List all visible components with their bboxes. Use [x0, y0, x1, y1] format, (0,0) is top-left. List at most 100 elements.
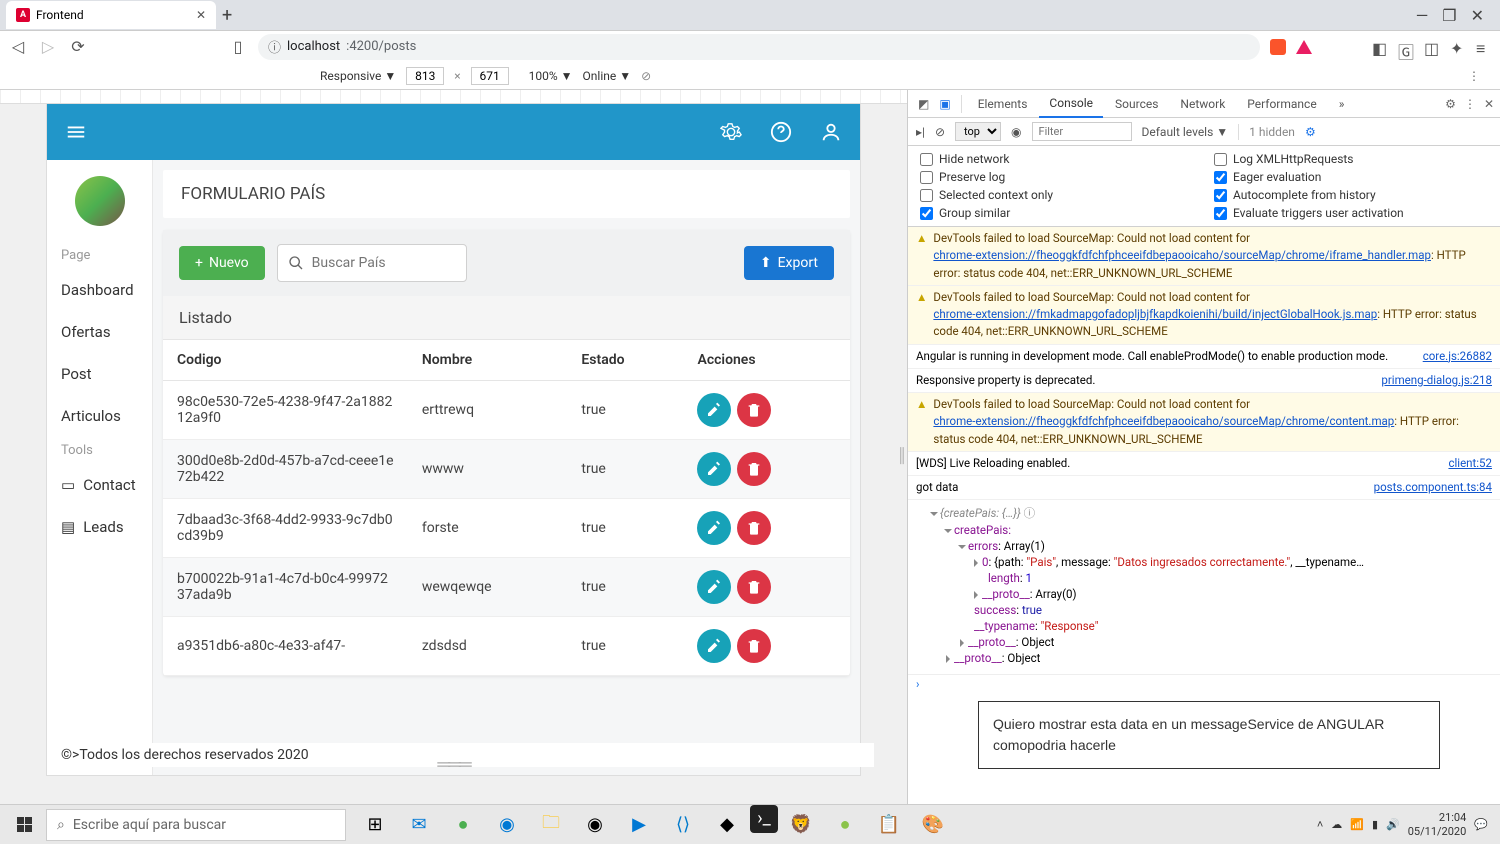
extension-icon-1[interactable]: ◧ — [1372, 39, 1388, 55]
taskbar-search[interactable]: ⌕Escribe aquí para buscar — [46, 809, 346, 841]
sidebar-item-articulos[interactable]: Articulos — [47, 395, 152, 437]
opt-log-xhr[interactable]: Log XMLHttpRequests — [1214, 152, 1488, 166]
reload-button[interactable]: ⟳ — [68, 37, 88, 56]
site-info-icon[interactable]: ⓘ — [268, 37, 281, 56]
edge-icon[interactable]: ◉ — [486, 805, 528, 845]
mail-icon[interactable]: ✉ — [398, 805, 440, 845]
zoom-dropdown[interactable]: 100% ▼ — [529, 69, 573, 83]
inspect-icon[interactable]: ◩ — [914, 97, 933, 111]
viewport-width-input[interactable] — [406, 67, 444, 85]
tray-chevron-icon[interactable]: ˄ — [1317, 818, 1323, 831]
console-object-tree[interactable]: {createPais: {…}} ⓘ createPais: errors: … — [908, 500, 1500, 674]
device-more-icon[interactable]: ⋮ — [1468, 69, 1490, 83]
delete-button[interactable] — [737, 570, 771, 604]
search-box[interactable] — [277, 244, 467, 282]
app-icon-6[interactable]: 🎨 — [912, 805, 954, 845]
tab-elements[interactable]: Elements — [968, 91, 1038, 117]
notifications-icon[interactable]: 💬 — [1474, 818, 1488, 831]
devtools-close-icon[interactable]: ✕ — [1484, 97, 1494, 111]
col-codigo[interactable]: Codigo — [163, 340, 408, 381]
console-sidebar-icon[interactable]: ▸| — [916, 125, 925, 139]
gear-icon[interactable] — [720, 121, 742, 143]
terminal-icon[interactable]: ›_ — [750, 805, 778, 833]
sidebar-item-contact[interactable]: ▭Contact — [47, 464, 152, 506]
app-icon-2[interactable]: ▶ — [618, 805, 660, 845]
chrome-icon[interactable]: ◉ — [574, 805, 616, 845]
sidebar-item-ofertas[interactable]: Ofertas — [47, 311, 152, 353]
back-button[interactable]: ◁ — [8, 37, 28, 56]
devtools-settings-icon[interactable]: ⚙ — [1445, 97, 1456, 111]
edit-button[interactable] — [697, 393, 731, 427]
opt-group-similar[interactable]: Group similar — [920, 206, 1194, 220]
system-tray[interactable]: ˄ ☁ 📶 ▮ 🔊 21:04 05/11/2020 💬 — [1317, 811, 1496, 837]
col-nombre[interactable]: Nombre — [408, 340, 568, 381]
browser-tab[interactable]: A Frontend ✕ — [6, 1, 216, 29]
tab-console[interactable]: Console — [1039, 90, 1103, 118]
app-icon-5[interactable]: 📋 — [868, 805, 910, 845]
responsive-mode-dropdown[interactable]: Responsive ▼ — [320, 69, 396, 83]
window-close-icon[interactable]: ✕ — [1471, 6, 1484, 25]
opt-preserve-log[interactable]: Preserve log — [920, 170, 1194, 184]
throttle-dropdown[interactable]: Online ▼ — [583, 69, 632, 83]
window-maximize-icon[interactable]: ❐ — [1442, 6, 1456, 25]
levels-dropdown[interactable]: Default levels ▼ — [1142, 125, 1229, 139]
viewport-height-input[interactable] — [471, 67, 509, 85]
hidden-count[interactable]: 1 hidden — [1249, 125, 1295, 139]
rotate-icon[interactable]: ⊘ — [641, 69, 651, 83]
menu-icon[interactable]: ≡ — [1476, 39, 1492, 55]
user-icon[interactable] — [820, 121, 842, 143]
edit-button[interactable] — [697, 452, 731, 486]
volume-icon[interactable]: 🔊 — [1386, 818, 1400, 831]
task-view-icon[interactable]: ⊞ — [354, 805, 396, 845]
extension-icon-2[interactable]: ◫ — [1424, 39, 1440, 55]
help-icon[interactable] — [770, 121, 792, 143]
explorer-icon[interactable]: 🗀 — [530, 805, 572, 845]
delete-button[interactable] — [737, 393, 771, 427]
opt-triggers[interactable]: Evaluate triggers user activation — [1214, 206, 1488, 220]
sidebar-item-leads[interactable]: ▤Leads — [47, 506, 152, 548]
battery-icon[interactable]: ▮ — [1372, 818, 1378, 831]
vscode-icon[interactable]: ⟨⟩ — [662, 805, 704, 845]
console-filter-input[interactable] — [1032, 122, 1132, 141]
translate-icon[interactable]: 🄶 — [1398, 39, 1414, 55]
edit-button[interactable] — [697, 511, 731, 545]
delete-button[interactable] — [737, 452, 771, 486]
devtools-more-icon[interactable]: ⋮ — [1464, 97, 1476, 111]
extensions-puzzle-icon[interactable]: ✦ — [1450, 39, 1466, 55]
delete-button[interactable] — [737, 511, 771, 545]
tab-performance[interactable]: Performance — [1237, 91, 1326, 117]
url-field[interactable]: ⓘ localhost:4200/posts — [258, 34, 1260, 60]
edit-button[interactable] — [697, 570, 731, 604]
resize-handle-icon[interactable]: ║ — [897, 447, 907, 464]
nuevo-button[interactable]: +Nuevo — [179, 246, 265, 280]
clock[interactable]: 21:04 05/11/2020 — [1408, 811, 1467, 837]
opt-hide-network[interactable]: Hide network — [920, 152, 1194, 166]
menu-icon[interactable] — [65, 121, 87, 143]
brave-shield-icon[interactable] — [1270, 39, 1286, 55]
sidebar-item-dashboard[interactable]: Dashboard — [47, 269, 152, 311]
tab-close-icon[interactable]: ✕ — [196, 8, 206, 22]
opt-eager[interactable]: Eager evaluation — [1214, 170, 1488, 184]
app-icon-3[interactable]: ◆ — [706, 805, 748, 845]
forward-button[interactable]: ▷ — [38, 37, 58, 56]
start-button[interactable] — [4, 805, 44, 845]
wifi-icon[interactable]: 📶 — [1350, 818, 1364, 831]
opt-autocomplete[interactable]: Autocomplete from history — [1214, 188, 1488, 202]
brave-rewards-icon[interactable] — [1296, 40, 1312, 54]
opt-selected-context[interactable]: Selected context only — [920, 188, 1194, 202]
drag-handle[interactable]: ═══ — [437, 754, 469, 775]
tabs-overflow-icon[interactable]: » — [1329, 91, 1355, 117]
clear-console-icon[interactable]: ⊘ — [935, 125, 945, 139]
console-settings-icon[interactable]: ⚙ — [1305, 125, 1316, 139]
avatar[interactable] — [75, 176, 125, 226]
live-expression-icon[interactable]: ◉ — [1011, 125, 1021, 139]
device-toggle-icon[interactable]: ▣ — [935, 97, 954, 111]
brave-taskbar-icon[interactable]: 🦁 — [780, 805, 822, 845]
sidebar-item-post[interactable]: Post — [47, 353, 152, 395]
col-estado[interactable]: Estado — [567, 340, 683, 381]
new-tab-button[interactable]: + — [222, 5, 232, 26]
console-prompt[interactable]: › — [908, 674, 1500, 693]
export-button[interactable]: ⬆Export — [744, 246, 834, 280]
window-minimize-icon[interactable]: — — [1416, 6, 1429, 25]
search-input[interactable] — [312, 255, 456, 271]
